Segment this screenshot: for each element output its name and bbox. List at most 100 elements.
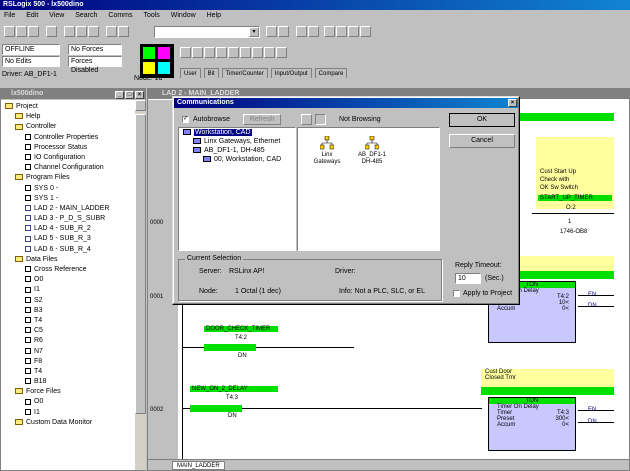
rung-number-2[interactable]: 0002 (150, 407, 163, 413)
project-tree-item[interactable]: SYS 0 - (1, 184, 135, 194)
menu-view[interactable]: View (49, 11, 64, 21)
new-file-icon[interactable] (4, 26, 15, 37)
project-tree-item[interactable]: T4 (1, 316, 135, 326)
project-tree-item[interactable]: LAD 5 - SUB_R_3 (1, 234, 135, 244)
project-tree-item[interactable]: S2 (1, 296, 135, 306)
project-tree-item[interactable]: LAD 3 - P_D_S_SUBR (1, 214, 135, 224)
ton-icon[interactable] (276, 47, 287, 58)
tab-bit[interactable]: Bit (203, 68, 219, 78)
cut-icon[interactable] (64, 26, 75, 37)
ote-icon[interactable] (228, 47, 239, 58)
project-tree-item[interactable]: T4 (1, 367, 135, 377)
xic-icon[interactable] (204, 47, 215, 58)
branch-icon[interactable] (192, 47, 203, 58)
zoom-fit-icon[interactable] (360, 26, 371, 37)
tab-input-output[interactable]: Input/Output (270, 68, 312, 78)
list-view-icon[interactable] (315, 114, 326, 125)
ton-block-2[interactable]: TON Timer On Delay Timer T4:3 Preset 300< … (488, 397, 576, 451)
menu-tools[interactable]: Tools (143, 11, 159, 21)
project-tree-item[interactable]: Channel Configuration (1, 163, 135, 173)
menu-edit[interactable]: Edit (26, 11, 38, 21)
redo-icon[interactable] (118, 26, 129, 37)
undo-icon[interactable] (106, 26, 117, 37)
project-tree-item[interactable]: Controller (1, 122, 135, 132)
autobrowse-checkbox[interactable]: ✓ (182, 116, 189, 123)
project-tree-item[interactable]: Force Files (1, 387, 135, 397)
close-icon[interactable]: × (135, 91, 144, 99)
project-tree-item[interactable]: Custom Data Monitor (1, 418, 135, 428)
otu-icon[interactable] (252, 47, 263, 58)
dialog-tree-item[interactable]: Workstation, CAD (179, 128, 295, 137)
apply-project-checkbox[interactable] (453, 290, 460, 297)
project-tree-item[interactable]: LAD 4 - SUB_R_2 (1, 224, 135, 234)
start-up-label[interactable]: START_UP_TIMER (538, 195, 612, 201)
project-tree-item[interactable]: C5 (1, 326, 135, 336)
osr-icon[interactable] (264, 47, 275, 58)
dialog-tree-item[interactable]: 00, Workstation, CAD (179, 155, 295, 164)
dialog-tree-item[interactable]: AB_DF1-1, DH-485 (179, 146, 295, 155)
rung-2-contact-highlight[interactable] (190, 405, 242, 412)
combo-arrow-icon[interactable]: ▾ (249, 27, 259, 37)
menu-search[interactable]: Search (75, 11, 97, 21)
tab-main-ladder[interactable]: MAIN_LADDER (172, 461, 225, 470)
forces-state-box[interactable]: Forces Disabled (68, 56, 122, 74)
ok-button[interactable]: OK (449, 113, 515, 127)
otl-icon[interactable] (240, 47, 251, 58)
tab-user[interactable]: User (180, 68, 201, 78)
minimize-icon[interactable]: _ (115, 91, 124, 99)
project-tree-item[interactable]: I1 (1, 285, 135, 295)
project-tree-item[interactable]: LAD 6 - SUB_R_4 (1, 245, 135, 255)
find-next-icon[interactable] (278, 26, 289, 37)
project-tree-item[interactable]: O0 (1, 397, 135, 407)
project-tree-item[interactable]: Program Files (1, 173, 135, 183)
project-tree-item[interactable]: Controller Properties (1, 133, 135, 143)
project-tree-item[interactable]: R6 (1, 336, 135, 346)
project-tree-item[interactable]: I1 (1, 408, 135, 418)
project-tree-item[interactable]: IO Configuration (1, 153, 135, 163)
save-icon[interactable] (28, 26, 39, 37)
menu-comms[interactable]: Comms (108, 11, 132, 21)
project-tree-scrollbar[interactable] (135, 100, 146, 470)
project-tree-item[interactable]: N7 (1, 347, 135, 357)
properties-icon[interactable] (324, 26, 335, 37)
open-file-icon[interactable] (16, 26, 27, 37)
dialog-close-icon[interactable]: × (508, 99, 517, 107)
menu-window[interactable]: Window (171, 11, 196, 21)
xio-icon[interactable] (216, 47, 227, 58)
search-combo[interactable]: ▾ (154, 26, 260, 38)
new-on-label[interactable]: NEW_ON_2_DELAY (190, 386, 278, 392)
dialog-tree-item[interactable]: Linx Gateways, Ethernet (179, 137, 295, 146)
tab-compare[interactable]: Compare (314, 68, 348, 78)
zoom-out-icon[interactable] (348, 26, 359, 37)
reply-timeout-input[interactable]: 10 (455, 273, 481, 284)
forces-box[interactable]: No Forces (68, 44, 122, 55)
mode-box[interactable]: OFFLINE (2, 44, 60, 55)
copy-icon[interactable] (76, 26, 87, 37)
project-tree-item[interactable]: B3 (1, 306, 135, 316)
verify-file-icon[interactable] (296, 26, 307, 37)
device-linx[interactable]: Linx Gateways (310, 135, 344, 166)
find-icon[interactable] (266, 26, 277, 37)
project-tree-item[interactable]: Cross Reference (1, 265, 135, 275)
maximize-icon[interactable]: □ (125, 91, 134, 99)
browse-view-icon[interactable] (301, 114, 312, 125)
project-tree-item[interactable]: O0 (1, 275, 135, 285)
device-dh485[interactable]: AB_DF1-1 DH-485 (352, 135, 392, 166)
print-icon[interactable] (46, 26, 57, 37)
project-tree-item[interactable]: Help (1, 112, 135, 122)
project-tree-item[interactable]: Data Files (1, 255, 135, 265)
project-tree-item[interactable]: SYS 1 - (1, 194, 135, 204)
menu-file[interactable]: File (4, 11, 15, 21)
dialog-tree-pane[interactable]: Workstation, CAD Linx Gateways, Ethernet A… (178, 127, 296, 251)
door-check-label[interactable]: DOOR_CHECK_TIMER (204, 326, 278, 332)
zoom-in-icon[interactable] (336, 26, 347, 37)
project-tree-item[interactable]: B18 (1, 377, 135, 387)
rung-number-0[interactable]: 0000 (150, 220, 163, 226)
project-tree-item[interactable]: Processor Status (1, 143, 135, 153)
refresh-button[interactable]: Refresh (243, 114, 281, 125)
cancel-button[interactable]: Cancel (449, 134, 515, 148)
dialog-device-pane[interactable]: Linx Gateways AB_DF1-1 DH-485 (297, 127, 440, 251)
menu-help[interactable]: Help (207, 11, 221, 21)
project-tree-item[interactable]: Project (1, 102, 135, 112)
rung-icon[interactable] (180, 47, 191, 58)
